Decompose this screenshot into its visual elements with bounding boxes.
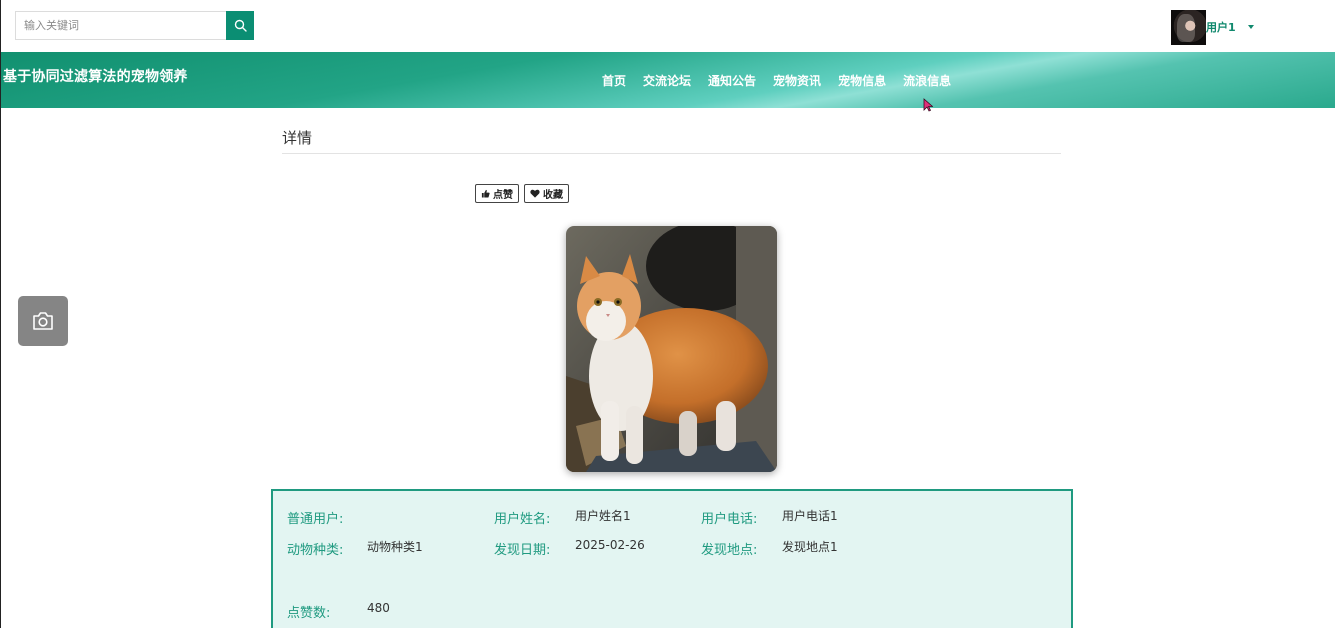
animal-type-label: 动物种类: xyxy=(287,543,344,558)
user-name-value: 用户姓名1 xyxy=(575,509,631,523)
user-phone-label: 用户电话: xyxy=(701,512,758,527)
camera-icon xyxy=(33,312,53,330)
likes-label: 点赞数: xyxy=(287,606,331,621)
favorite-button[interactable]: 收藏 xyxy=(524,184,569,203)
top-bar: 用户1 xyxy=(1,0,1335,52)
action-buttons: 点赞 收藏 xyxy=(475,184,569,203)
search-box xyxy=(15,11,254,40)
user-name-label: 用户姓名: xyxy=(494,512,551,527)
found-place-value: 发现地点1 xyxy=(782,540,838,554)
found-date-label: 发现日期: xyxy=(494,543,551,558)
found-place-label: 发现地点: xyxy=(701,543,758,558)
like-label: 点赞 xyxy=(493,190,513,201)
user-type-label: 普通用户: xyxy=(287,512,344,527)
header-banner: 基于协同过滤算法的宠物领养 首页 交流论坛 通知公告 宠物资讯 宠物信息 流浪信… xyxy=(1,52,1335,108)
search-icon xyxy=(234,19,247,32)
favorite-label: 收藏 xyxy=(543,190,563,201)
thumbs-up-icon xyxy=(481,189,490,198)
user-name[interactable]: 用户1 xyxy=(1206,19,1236,35)
search-button[interactable] xyxy=(226,11,254,40)
nav-item-home[interactable]: 首页 xyxy=(602,72,626,89)
camera-button[interactable] xyxy=(18,296,68,346)
nav-item-pet-news[interactable]: 宠物资讯 xyxy=(773,72,821,89)
search-input[interactable] xyxy=(15,11,226,40)
animal-type-value: 动物种类1 xyxy=(367,540,423,554)
caret-down-icon[interactable] xyxy=(1247,25,1254,29)
nav-item-notices[interactable]: 通知公告 xyxy=(708,72,756,89)
user-menu[interactable]: 用户1 xyxy=(1171,9,1254,45)
nav-item-pet-info[interactable]: 宠物信息 xyxy=(838,72,886,89)
like-button[interactable]: 点赞 xyxy=(475,184,519,203)
nav-item-stray-info[interactable]: 流浪信息 xyxy=(903,72,951,89)
avatar[interactable] xyxy=(1171,9,1206,45)
title-divider xyxy=(282,153,1061,154)
pet-photo xyxy=(566,226,777,472)
mouse-cursor-icon xyxy=(923,98,933,112)
user-phone-value: 用户电话1 xyxy=(782,509,838,523)
site-title: 基于协同过滤算法的宠物领养 xyxy=(3,69,188,85)
page-title: 详情 xyxy=(282,129,313,147)
found-date-value: 2025-02-26 xyxy=(575,538,645,552)
likes-value: 480 xyxy=(367,601,390,615)
nav-item-forum[interactable]: 交流论坛 xyxy=(643,72,691,89)
heart-icon xyxy=(530,189,540,198)
pet-info-panel: 普通用户: 用户姓名: 用户姓名1 用户电话: 用户电话1 动物种类: 动物种类… xyxy=(271,489,1073,628)
main-nav: 首页 交流论坛 通知公告 宠物资讯 宠物信息 流浪信息 xyxy=(602,72,968,89)
